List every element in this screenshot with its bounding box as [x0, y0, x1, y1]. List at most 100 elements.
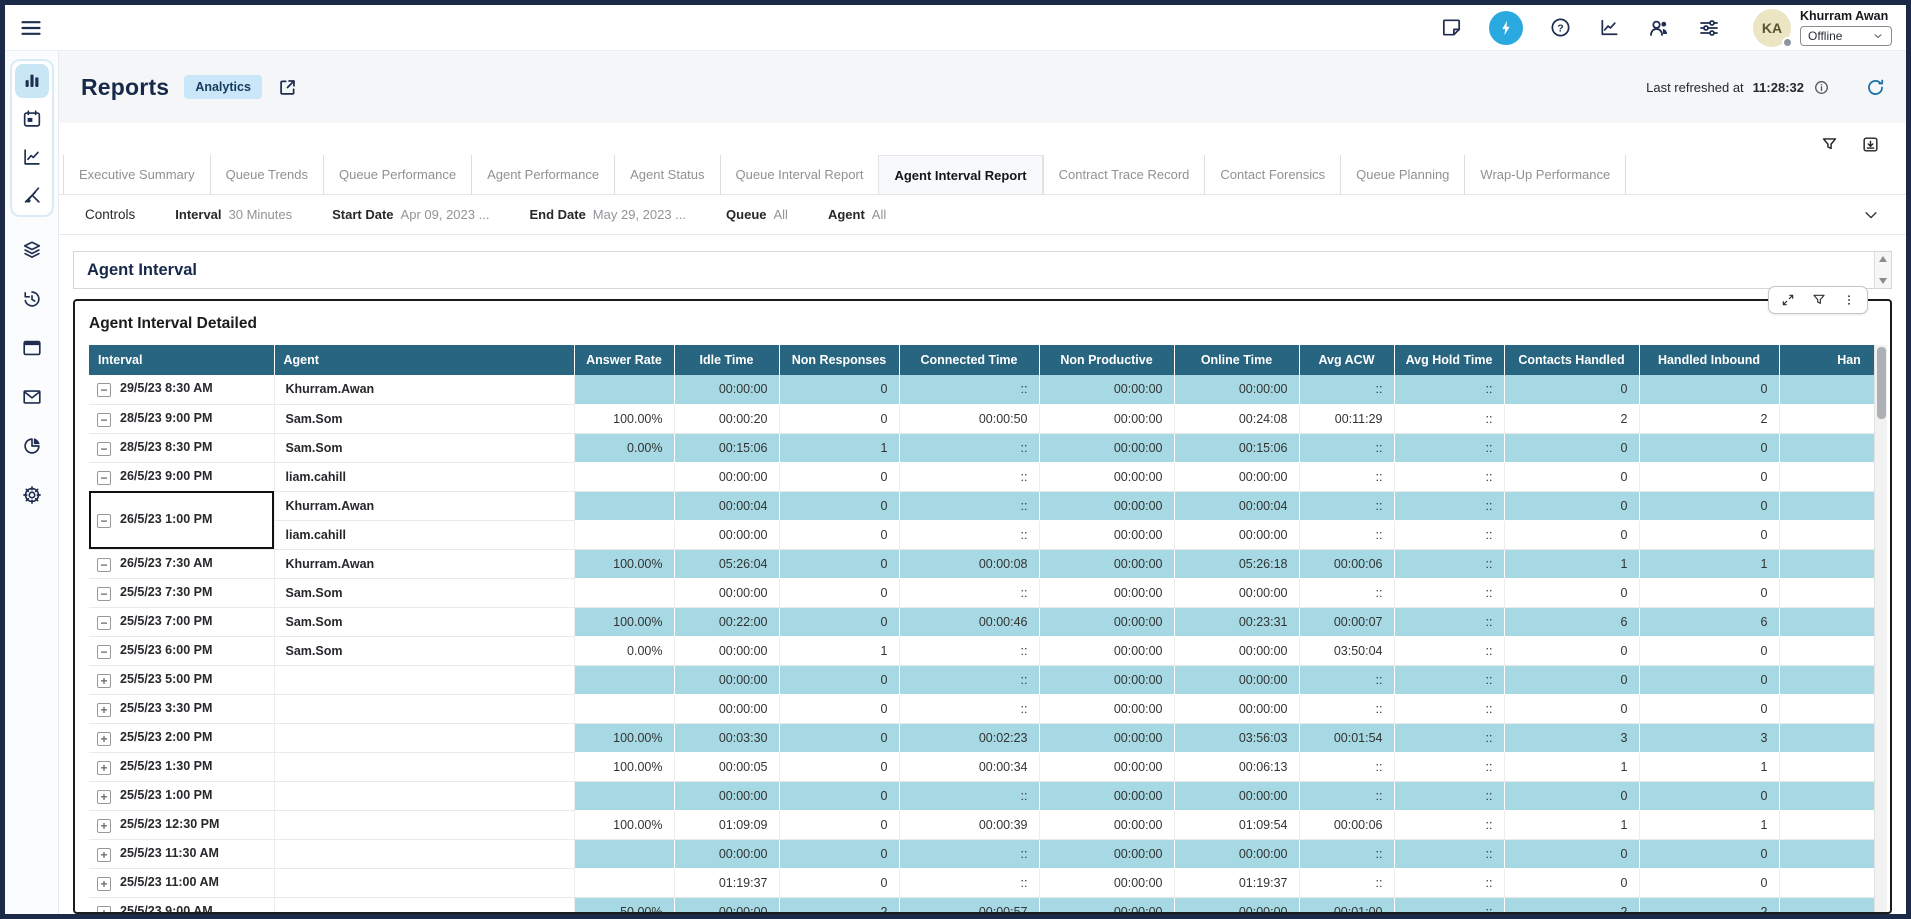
metric-cell[interactable]: 3 [1639, 723, 1779, 752]
metric-cell[interactable]: 0 [1639, 578, 1779, 607]
metric-cell[interactable]: :: [1394, 433, 1504, 462]
refresh-info-button[interactable] [1813, 79, 1830, 96]
metric-cell[interactable]: 00:00:20 [674, 404, 779, 433]
metric-cell[interactable]: 01:19:37 [674, 868, 779, 897]
interval-cell[interactable]: −28/5/23 9:00 PM [89, 404, 274, 433]
agent-cell[interactable]: liam.cahill [274, 462, 574, 491]
metric-cell[interactable]: 00:00:00 [1039, 549, 1174, 578]
metric-cell[interactable]: :: [899, 375, 1039, 404]
metric-cell[interactable] [574, 781, 674, 810]
table-row[interactable]: −26/5/23 1:00 PMKhurram.Awan00:00:040::0… [89, 491, 1874, 520]
metric-cell[interactable]: 00:00:39 [899, 810, 1039, 839]
metric-cell[interactable]: 100.00% [574, 752, 674, 781]
agent-cell[interactable]: Sam.Som [274, 636, 574, 665]
metric-cell[interactable]: 1 [1504, 549, 1639, 578]
metric-cell[interactable] [574, 665, 674, 694]
filter-button[interactable] [1820, 135, 1839, 154]
metric-cell[interactable]: 0 [1504, 839, 1639, 868]
metric-cell[interactable]: 00:00:00 [674, 781, 779, 810]
table-row[interactable]: −26/5/23 9:00 PMliam.cahill00:00:000::00… [89, 462, 1874, 491]
metric-cell[interactable]: 00:00:00 [1174, 694, 1299, 723]
metric-cell[interactable]: 03:50:04 [1299, 636, 1394, 665]
tab-queue-performance[interactable]: Queue Performance [323, 155, 471, 194]
metric-cell[interactable]: :: [1394, 375, 1504, 404]
metric-cell[interactable]: 0 [1639, 694, 1779, 723]
metric-cell[interactable] [1779, 520, 1874, 549]
download-button[interactable] [1861, 135, 1880, 154]
sidebar-item-reports[interactable] [15, 64, 49, 98]
metric-cell[interactable]: :: [899, 462, 1039, 491]
table-row[interactable]: −26/5/23 7:30 AMKhurram.Awan100.00%05:26… [89, 549, 1874, 578]
metric-cell[interactable]: 00:00:00 [674, 578, 779, 607]
sidebar-item-history[interactable] [15, 282, 49, 316]
metric-cell[interactable]: :: [899, 636, 1039, 665]
expand-toggle-icon[interactable]: + [97, 877, 111, 891]
table-row[interactable]: +25/5/23 12:30 PM100.00%01:09:09000:00:3… [89, 810, 1874, 839]
metric-cell[interactable]: :: [899, 578, 1039, 607]
metric-cell[interactable]: 00:01:54 [1299, 723, 1394, 752]
interval-cell[interactable]: −26/5/23 9:00 PM [89, 462, 274, 491]
metric-cell[interactable]: 00:00:00 [1039, 839, 1174, 868]
agent-cell[interactable]: Khurram.Awan [274, 549, 574, 578]
agent-cell[interactable]: liam.cahill [274, 520, 574, 549]
interval-cell[interactable]: −26/5/23 1:00 PM [89, 491, 274, 549]
agent-cell[interactable] [274, 868, 574, 897]
metric-cell[interactable]: :: [1299, 578, 1394, 607]
metric-cell[interactable]: 00:00:00 [1039, 694, 1174, 723]
agent-cell[interactable] [274, 810, 574, 839]
sidebar-item-mail[interactable] [15, 380, 49, 414]
sidebar-item-pie-reports[interactable] [15, 429, 49, 463]
table-row[interactable]: +25/5/23 5:00 PM00:00:000::00:00:0000:00… [89, 665, 1874, 694]
filter-start-date[interactable]: Start DateApr 09, 2023 ... [332, 207, 489, 222]
column-header-non-responses[interactable]: Non Responses [779, 345, 899, 375]
metric-cell[interactable] [1779, 752, 1874, 781]
metric-cell[interactable]: :: [1394, 462, 1504, 491]
users-button[interactable] [1647, 16, 1671, 40]
scroll-up-icon[interactable] [1879, 256, 1887, 262]
metric-cell[interactable]: :: [1394, 520, 1504, 549]
metric-cell[interactable]: 1 [1504, 752, 1639, 781]
open-external-button[interactable] [277, 77, 298, 98]
metric-cell[interactable]: 00:00:00 [1039, 636, 1174, 665]
metric-cell[interactable]: 00:06:13 [1174, 752, 1299, 781]
column-header-connected-time[interactable]: Connected Time [899, 345, 1039, 375]
sidebar-item-settings[interactable] [15, 478, 49, 512]
metric-cell[interactable]: 00:15:06 [674, 433, 779, 462]
metric-cell[interactable]: 2 [1639, 897, 1779, 912]
interval-cell[interactable]: −29/5/23 8:30 AM [89, 375, 274, 404]
table-row[interactable]: +25/5/23 2:00 PM100.00%00:03:30000:02:23… [89, 723, 1874, 752]
metric-cell[interactable]: :: [1394, 549, 1504, 578]
table-row[interactable]: −25/5/23 6:00 PMSam.Som0.00%00:00:001::0… [89, 636, 1874, 665]
metric-cell[interactable]: 00:00:00 [1039, 520, 1174, 549]
status-dropdown[interactable]: Offline [1800, 26, 1892, 46]
metric-cell[interactable]: 00:00:00 [674, 694, 779, 723]
metric-cell[interactable]: :: [899, 781, 1039, 810]
filter-end-date[interactable]: End DateMay 29, 2023 ... [529, 207, 686, 222]
metric-cell[interactable]: :: [1394, 810, 1504, 839]
metric-cell[interactable]: 2 [779, 897, 899, 912]
metric-cell[interactable]: 00:00:00 [1039, 897, 1174, 912]
metric-cell[interactable]: :: [899, 520, 1039, 549]
expand-toggle-icon[interactable]: + [97, 790, 111, 804]
metric-cell[interactable] [1779, 636, 1874, 665]
metric-cell[interactable]: 0 [1504, 491, 1639, 520]
agent-cell[interactable] [274, 723, 574, 752]
metric-cell[interactable]: :: [1394, 607, 1504, 636]
metric-cell[interactable]: 0 [1504, 520, 1639, 549]
metric-cell[interactable]: 00:11:29 [1299, 404, 1394, 433]
metric-cell[interactable]: 00:02:23 [899, 723, 1039, 752]
table-row[interactable]: +25/5/23 1:00 PM00:00:000::00:00:0000:00… [89, 781, 1874, 810]
metric-cell[interactable] [1779, 665, 1874, 694]
column-header-agent[interactable]: Agent [274, 345, 574, 375]
expand-toggle-icon[interactable]: + [97, 703, 111, 717]
metric-cell[interactable]: 00:00:00 [1039, 375, 1174, 404]
metric-cell[interactable]: 00:00:50 [899, 404, 1039, 433]
agent-cell[interactable]: Sam.Som [274, 607, 574, 636]
metric-cell[interactable]: 00:15:06 [1174, 433, 1299, 462]
metric-cell[interactable] [574, 694, 674, 723]
metric-cell[interactable]: 00:00:00 [1039, 578, 1174, 607]
metric-cell[interactable] [1779, 868, 1874, 897]
metric-cell[interactable]: 05:26:18 [1174, 549, 1299, 578]
metric-cell[interactable]: :: [1299, 665, 1394, 694]
metric-cell[interactable]: 6 [1504, 607, 1639, 636]
